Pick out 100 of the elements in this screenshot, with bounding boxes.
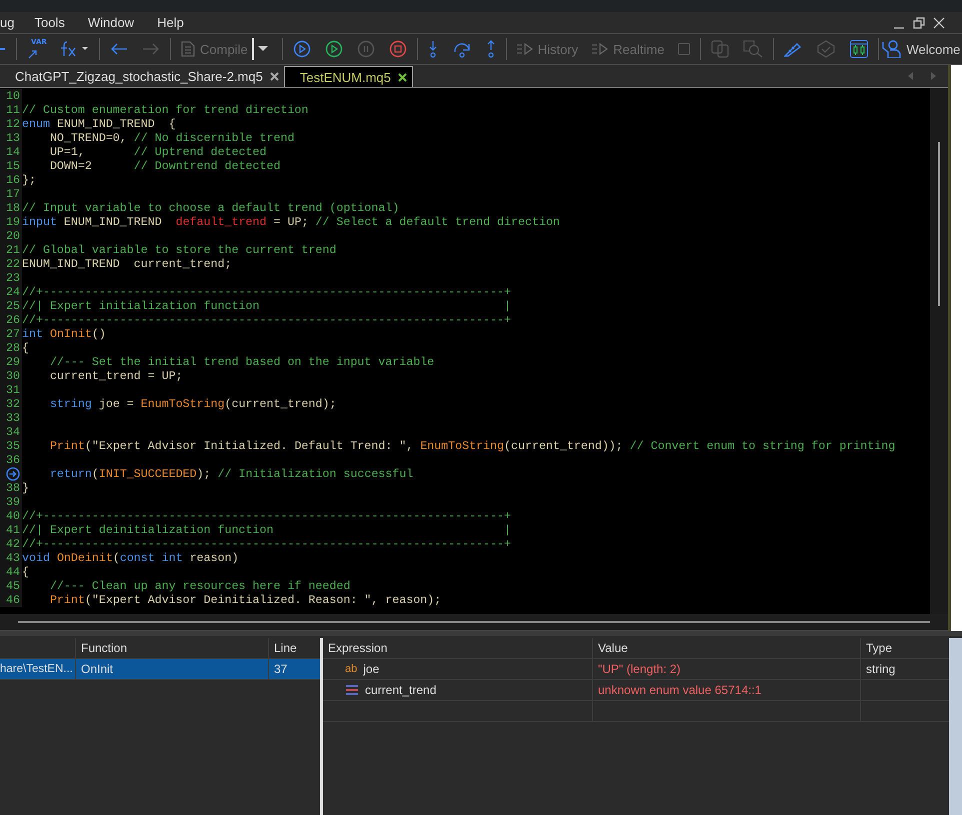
close-icon[interactable] bbox=[933, 16, 945, 28]
scrollbar-thumb[interactable] bbox=[18, 621, 930, 623]
welcome-button[interactable]: Welcome bbox=[881, 40, 960, 58]
code-line: Print("Expert Advisor Initialized. Default Trend: ", EnumToString(current_trend)); // Convert enum to string for printing bbox=[48, 440, 896, 452]
line-number: 32 bbox=[0, 397, 22, 411]
step-into-icon[interactable] bbox=[428, 40, 438, 58]
line-number: 27 bbox=[0, 327, 22, 341]
line-number: 28 bbox=[0, 341, 22, 355]
line-number: 35 bbox=[0, 439, 22, 453]
close-icon[interactable] bbox=[270, 72, 279, 81]
line-number: 13 bbox=[0, 131, 22, 145]
step-out-icon[interactable] bbox=[486, 40, 496, 58]
line-number: 25 bbox=[0, 299, 22, 313]
code-line: //| Expert initialization function | bbox=[22, 300, 511, 312]
person-icon bbox=[881, 40, 902, 58]
enum-type-icon bbox=[345, 684, 359, 696]
code-line: Print("Expert Advisor Deinitialized. Reason: ", reason); bbox=[48, 594, 442, 606]
code-line: NO_TREND=0, // No discernible trend bbox=[48, 132, 294, 144]
line-number: 30 bbox=[0, 369, 22, 383]
scrollbar-thumb[interactable] bbox=[938, 142, 940, 306]
line-number: 40 bbox=[0, 509, 22, 523]
line-number: 29 bbox=[0, 355, 22, 369]
code-line: string joe = EnumToString(current_trend); bbox=[48, 398, 336, 410]
line-number: 34 bbox=[0, 425, 22, 439]
line-number: 46 bbox=[0, 593, 22, 607]
code-line: //+------------------------------------------------------------------+ bbox=[22, 314, 511, 326]
line-number: 39 bbox=[0, 495, 22, 509]
line-number: 11 bbox=[0, 103, 22, 117]
play-lines-icon bbox=[516, 43, 533, 55]
line-number: 14 bbox=[0, 145, 22, 159]
menu-item[interactable]: ug bbox=[0, 15, 14, 30]
menu-item[interactable]: Help bbox=[157, 15, 184, 30]
code-line: } bbox=[22, 482, 29, 494]
arrow-icon bbox=[28, 49, 38, 59]
watch-value: "UP" (length: 2) bbox=[592, 659, 860, 679]
column-header[interactable]: Line bbox=[268, 638, 318, 658]
line-number: 31 bbox=[0, 383, 22, 397]
call-stack-row[interactable]: hare\TestEN... OnInit 37 bbox=[0, 659, 320, 680]
line-number: 17 bbox=[0, 187, 22, 201]
code-line: DOWN=2 // Downtrend detected bbox=[48, 160, 280, 172]
line-number: 18 bbox=[0, 201, 22, 215]
code-line: current_trend = UP; bbox=[48, 370, 183, 382]
line-number: 23 bbox=[0, 271, 22, 285]
code-line: ENUM_IND_TREND current_trend; bbox=[22, 258, 232, 270]
line-number: 45 bbox=[0, 579, 22, 593]
menu-item[interactable]: Tools bbox=[34, 15, 65, 30]
line-number: 21 bbox=[0, 243, 22, 257]
code-line: input ENUM_IND_TREND default_trend = UP; // Select a default trend direction bbox=[22, 216, 560, 228]
line-number: 24 bbox=[0, 285, 22, 299]
code-line: // Global variable to store the current trend bbox=[22, 244, 336, 256]
line-number: 26 bbox=[0, 313, 22, 327]
code-line: enum ENUM_IND_TREND { bbox=[22, 118, 176, 130]
string-type-label: ab bbox=[345, 663, 358, 675]
code-line: //+------------------------------------------------------------------+ bbox=[22, 286, 511, 298]
file-tab[interactable]: TestENUM.mq5 bbox=[284, 66, 413, 87]
code-line: //--- Clean up any resources here if needed bbox=[48, 580, 350, 592]
code-line: //| Expert deinitialization function | bbox=[22, 524, 511, 536]
line-number: 20 bbox=[0, 229, 22, 243]
candlestick-chart-icon[interactable] bbox=[850, 40, 868, 58]
play-icon[interactable] bbox=[324, 40, 343, 58]
line-number: 15 bbox=[0, 159, 22, 173]
file-tab[interactable]: ChatGPT_Zigzag_stochastic_Share-2.mq5 bbox=[0, 66, 284, 87]
code-line: // Custom enumeration for trend direction bbox=[22, 104, 308, 116]
line-number: 12 bbox=[0, 117, 22, 131]
back-arrow-icon[interactable] bbox=[110, 42, 128, 56]
line-number: 19 bbox=[0, 215, 22, 229]
watch-expression: current_trend bbox=[365, 683, 436, 697]
code-line: //+------------------------------------------------------------------+ bbox=[22, 510, 511, 522]
line-number: 38 bbox=[0, 481, 22, 495]
caret-icon bbox=[258, 46, 268, 52]
stop-icon[interactable] bbox=[388, 40, 407, 58]
line-number: 16 bbox=[0, 173, 22, 187]
column-header[interactable]: Value bbox=[592, 638, 860, 658]
line-number: 44 bbox=[0, 565, 22, 579]
line-number: 33 bbox=[0, 411, 22, 425]
code-line: { bbox=[22, 566, 29, 578]
code-line: { bbox=[22, 342, 29, 354]
function-icon[interactable] bbox=[59, 40, 89, 58]
watch-value: unknown enum value 65714::1 bbox=[592, 680, 860, 700]
watch-expression: joe bbox=[363, 662, 380, 676]
column-header[interactable]: Expression bbox=[323, 638, 592, 658]
line-number: 41 bbox=[0, 523, 22, 537]
close-icon[interactable] bbox=[398, 72, 407, 82]
code-line: }; bbox=[22, 174, 36, 186]
line-number: 10 bbox=[0, 89, 22, 103]
code-line: //+------------------------------------------------------------------+ bbox=[22, 538, 511, 550]
line-number: 42 bbox=[0, 537, 22, 551]
menu-item[interactable]: Window bbox=[88, 15, 134, 30]
code-line: int OnInit() bbox=[22, 328, 106, 340]
code-line: //--- Set the initial trend based on the input variable bbox=[48, 356, 434, 368]
code-line: // Input variable to choose a default trend (optional) bbox=[22, 202, 400, 214]
code-line: UP=1, // Uptrend detected bbox=[48, 146, 267, 158]
line-number: 22 bbox=[0, 257, 22, 271]
column-header[interactable]: Function bbox=[75, 638, 268, 658]
brush-icon[interactable] bbox=[784, 41, 802, 57]
code-line: void OnDeinit(const int reason) bbox=[22, 552, 239, 564]
restart-icon[interactable] bbox=[292, 40, 311, 58]
restore-icon[interactable] bbox=[913, 16, 925, 28]
document-icon bbox=[181, 41, 195, 57]
watch-type: string bbox=[866, 662, 896, 676]
